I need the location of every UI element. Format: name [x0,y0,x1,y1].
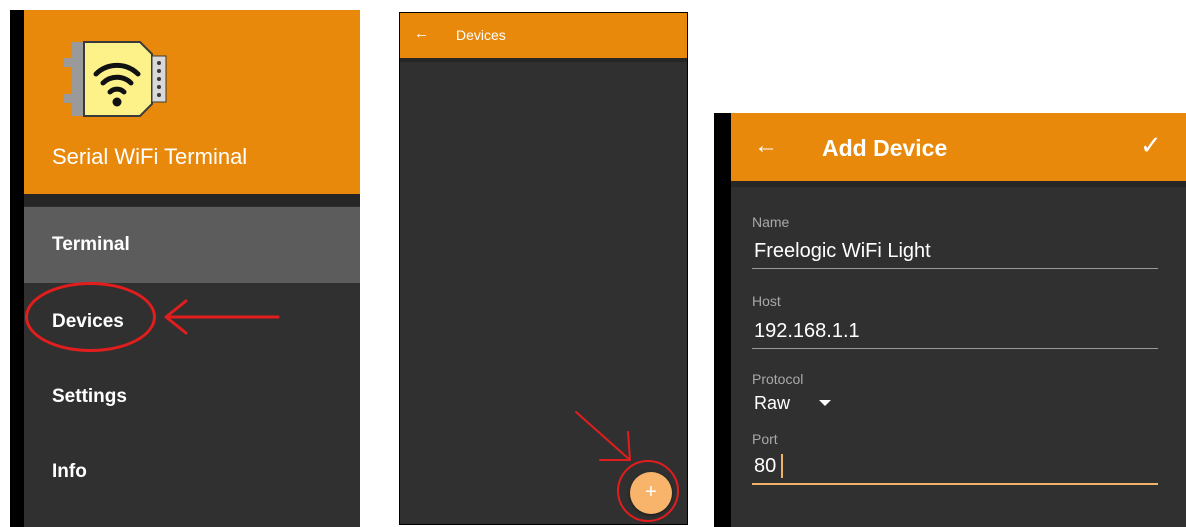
name-field-underline [752,268,1158,269]
annotation-arrow-icon [575,411,631,461]
drawer-item-settings[interactable]: Settings [24,359,360,435]
port-field-label: Port [752,431,778,447]
arrow-left-icon[interactable]: ← [414,24,429,44]
annotation-circle-devices [25,282,156,352]
protocol-field-label: Protocol [752,371,804,387]
app-bar-shadow [731,181,1186,187]
serial-wifi-connector-logo-icon [64,41,167,117]
text-cursor [781,454,783,478]
screen-edge [10,10,24,527]
app-bar [731,113,1186,181]
add-device-screen: ← Add Device ✓ Name Freelogic WiFi Light… [714,113,1186,527]
drawer-item-info[interactable]: Info [24,434,360,510]
port-field[interactable]: 80 [754,455,776,478]
drawer-item-label: Terminal [52,234,130,255]
protocol-select[interactable]: Raw [754,393,790,414]
navigation-drawer: Serial WiFi Terminal Terminal Devices Se… [10,10,360,527]
drawer-header-shadow [24,194,360,206]
app-bar-shadow [400,58,687,62]
devices-screen: ← Devices + [399,12,688,525]
arrow-left-icon[interactable]: ← [754,133,778,159]
port-field-underline [752,483,1158,485]
app-title: Serial WiFi Terminal [52,144,248,169]
name-field-label: Name [752,214,790,230]
host-field[interactable]: 192.168.1.1 [754,320,860,343]
screen-title: Devices [456,27,506,43]
screen-title: Add Device [822,135,948,161]
host-field-underline [752,348,1158,349]
screen-edge [714,113,731,527]
drawer-item-label: Settings [52,386,127,407]
host-field-label: Host [752,293,781,309]
drawer-item-label: Info [52,461,87,482]
app-bar [400,13,687,58]
check-icon[interactable]: ✓ [1140,131,1162,159]
name-field[interactable]: Freelogic WiFi Light [754,240,931,263]
drawer-item-terminal[interactable]: Terminal [24,207,360,283]
dropdown-caret-icon[interactable] [819,400,831,406]
annotation-circle-fab [617,460,679,522]
annotation-arrow-icon [164,299,280,335]
